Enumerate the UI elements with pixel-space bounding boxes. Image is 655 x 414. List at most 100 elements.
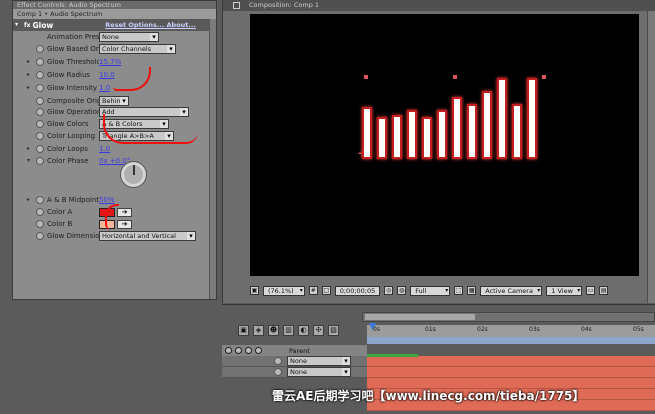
stopwatch-icon[interactable] <box>36 208 44 216</box>
layer-handle-top-right[interactable] <box>542 75 546 79</box>
property-value[interactable]: 1.0 <box>99 145 110 153</box>
magnification-dropdown[interactable]: (76.1%) <box>263 285 305 296</box>
stopwatch-icon[interactable] <box>36 157 44 165</box>
stopwatch-icon[interactable] <box>36 145 44 153</box>
property-row[interactable]: Animation PresetsNone <box>13 31 216 43</box>
always-preview-icon[interactable]: ▣ <box>250 286 259 295</box>
stopwatch-icon[interactable] <box>36 108 44 116</box>
layer-duration-bar[interactable] <box>367 356 655 367</box>
parent-pickwhip-icon[interactable] <box>274 357 282 365</box>
toggle-pixel-icon[interactable]: ▭ <box>586 286 596 295</box>
property-row[interactable]: Glow Based On Color Channels <box>13 43 216 55</box>
current-time-display[interactable]: 0;00;00;05 <box>334 285 381 296</box>
snapshot-icon[interactable]: ◎ <box>384 286 394 295</box>
composition-canvas[interactable]: ✛ <box>250 14 639 276</box>
property-dropdown[interactable]: Horizontal and Vertical <box>99 231 196 241</box>
motion-blur-icon[interactable]: ◐ <box>298 324 309 336</box>
brainstorm-icon[interactable]: ✣ <box>313 324 324 336</box>
property-value[interactable]: 15.7% <box>99 58 121 66</box>
effect-links[interactable]: Reset Options... About... <box>105 21 196 29</box>
work-area-bar[interactable] <box>367 337 655 344</box>
stopwatch-icon[interactable] <box>36 120 44 128</box>
layer-handle-top-left[interactable] <box>364 75 368 79</box>
spectrum-bar <box>377 117 387 159</box>
expand-triangle-icon[interactable]: ▸ <box>27 72 33 78</box>
mask-icon[interactable]: □ <box>321 286 331 295</box>
parent-dropdown[interactable]: None <box>287 367 351 377</box>
property-label: Color Phase <box>47 157 89 165</box>
frame-blending-icon[interactable]: ▥ <box>283 324 294 336</box>
stopwatch-icon[interactable] <box>36 132 44 140</box>
lock-icon[interactable] <box>233 2 240 9</box>
lock-toggle-icon[interactable] <box>255 347 262 354</box>
property-dropdown[interactable]: Color Channels <box>99 44 176 54</box>
parent-pickwhip-icon[interactable] <box>274 368 282 376</box>
timeline-scrollbar[interactable] <box>362 312 655 322</box>
stopwatch-icon[interactable] <box>36 196 44 204</box>
property-value[interactable]: 1.0 <box>99 84 110 92</box>
effect-controls-scrollbar[interactable] <box>209 19 216 299</box>
camera-dropdown[interactable]: Active Camera <box>480 285 543 296</box>
stopwatch-icon[interactable] <box>36 220 44 228</box>
video-toggle-icon[interactable] <box>225 347 232 354</box>
shy-layers-icon[interactable]: ☻ <box>268 324 279 336</box>
stopwatch-icon[interactable] <box>36 84 44 92</box>
region-of-interest-icon[interactable]: ⬚ <box>454 286 464 295</box>
expand-triangle-icon[interactable]: ▸ <box>27 59 33 65</box>
timeline-layer-row[interactable]: None <box>222 356 367 367</box>
ruler-tick-label: 05s <box>633 326 644 333</box>
fast-preview-icon[interactable]: ▤ <box>599 286 609 295</box>
grid-icon[interactable]: # <box>308 286 318 295</box>
composition-tab[interactable]: Composition: Comp 1 <box>223 0 655 11</box>
timeline-layer-row[interactable]: None <box>222 367 367 378</box>
expand-triangle-icon[interactable]: ▸ <box>27 85 33 91</box>
expand-triangle-icon[interactable]: ▸ <box>27 146 33 152</box>
layer-duration-bar[interactable] <box>367 367 655 378</box>
eyedropper-icon[interactable]: ➔ <box>117 207 132 217</box>
draft-3d-icon[interactable]: ◈ <box>253 324 264 336</box>
property-label: Glow Operation <box>47 108 99 116</box>
stopwatch-icon[interactable] <box>36 58 44 66</box>
viewer-scrollbar[interactable] <box>647 11 655 303</box>
expand-triangle-icon <box>27 133 33 139</box>
expand-triangle-icon[interactable]: ▸ <box>27 197 33 203</box>
resolution-dropdown[interactable]: Full <box>410 285 451 296</box>
view-layout-dropdown[interactable]: 1 View <box>546 285 583 296</box>
property-dropdown[interactable]: None <box>99 32 159 42</box>
ruler-tick-label: 01s <box>425 326 436 333</box>
channel-icon[interactable]: ◍ <box>397 286 407 295</box>
spectrum-bar <box>437 110 447 159</box>
eyedropper-icon[interactable]: ➔ <box>117 219 132 229</box>
effect-header-glow[interactable]: ▾ fx Glow Reset Options... About... <box>13 19 216 31</box>
stopwatch-icon[interactable] <box>36 45 44 53</box>
property-row[interactable]: Glow DimensionsHorizontal and Vertical <box>13 230 216 242</box>
effect-name: Glow <box>32 20 54 30</box>
expand-triangle-icon <box>27 98 33 104</box>
expand-triangle-icon <box>27 46 33 52</box>
graph-editor-icon[interactable]: ▨ <box>328 324 339 336</box>
stopwatch-icon[interactable] <box>36 71 44 79</box>
timeline-scroll-thumb[interactable] <box>365 314 475 320</box>
audio-toggle-icon[interactable] <box>235 347 242 354</box>
property-row[interactable]: ▸ Color Loops 1.0 <box>13 143 216 155</box>
time-ruler[interactable]: 0s 01s 02s 03s 04s 05s <box>367 325 655 337</box>
property-dropdown[interactable]: Behind <box>99 96 129 106</box>
spectrum-bar <box>452 97 462 159</box>
fx-badge-icon[interactable]: fx <box>24 22 30 29</box>
expand-triangle-icon <box>27 121 33 127</box>
expand-triangle-icon[interactable]: ▾ <box>15 22 21 28</box>
solo-toggle-icon[interactable] <box>245 347 252 354</box>
color-phase-dial[interactable] <box>120 161 147 188</box>
layer-handle-top-mid[interactable] <box>453 75 457 79</box>
parent-dropdown[interactable]: None <box>287 356 351 366</box>
spectrum-bar <box>527 78 537 159</box>
property-row[interactable]: ▾ Color Phase 0x +0.0° <box>13 155 216 167</box>
expand-triangle-icon[interactable]: ▾ <box>27 158 33 164</box>
property-value[interactable]: 50% <box>99 196 115 204</box>
stopwatch-icon[interactable] <box>36 97 44 105</box>
effect-controls-tab[interactable]: Effect Controls: Audio Spectrum <box>13 1 216 9</box>
transparency-grid-icon[interactable]: ▦ <box>467 286 477 295</box>
comp-mini-flowchart-icon[interactable]: ▣ <box>238 324 249 336</box>
render-status-bar <box>367 354 418 357</box>
stopwatch-icon[interactable] <box>36 232 44 240</box>
